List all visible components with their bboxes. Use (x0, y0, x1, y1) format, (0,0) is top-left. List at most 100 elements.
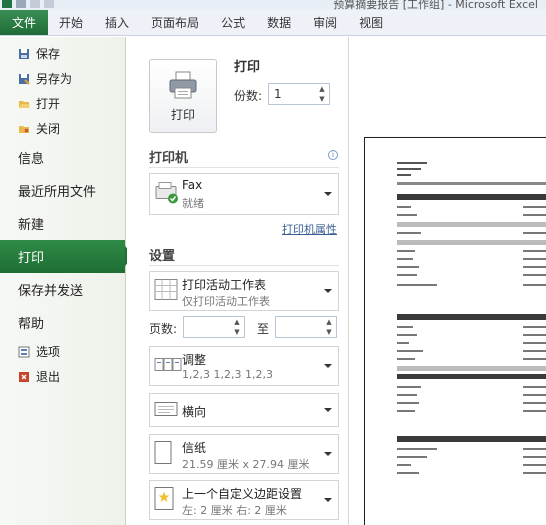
preview-row (397, 350, 546, 352)
margins-icon (154, 487, 174, 514)
close-folder-icon (18, 123, 30, 135)
excel-logo-icon (2, 0, 12, 8)
settings-heading: 设置 (149, 249, 176, 264)
nav-info[interactable]: 信息 (0, 141, 125, 174)
preview-text (397, 174, 411, 176)
preview-row (397, 232, 546, 234)
preview-row (397, 266, 546, 268)
options-icon (18, 346, 30, 358)
tab-formulas[interactable]: 公式 (210, 10, 256, 35)
tab-insert[interactable]: 插入 (94, 10, 140, 35)
nav-save-label: 保存 (36, 47, 61, 61)
chevron-down-icon (324, 192, 332, 196)
nav-save-as[interactable]: 另存为 (0, 66, 125, 91)
backstage-nav: 保存 另存为 打开 关闭 信息 最近所用文件 新建 打印 保存并发送 帮助 选项… (0, 37, 134, 525)
tab-review[interactable]: 审阅 (302, 10, 348, 35)
preview-row (397, 464, 546, 466)
divider (149, 265, 339, 266)
tab-view[interactable]: 视图 (348, 10, 394, 35)
save-icon (18, 48, 30, 60)
nav-close[interactable]: 关闭 (0, 116, 125, 141)
preview-row (397, 214, 546, 216)
ribbon-tabs: 文件 开始 插入 页面布局 公式 数据 审阅 视图 (0, 10, 546, 36)
print-button[interactable]: 打印 (149, 59, 217, 133)
preview-row (397, 402, 546, 404)
nav-options-label: 选项 (36, 345, 61, 359)
printer-name: Fax (182, 178, 203, 192)
orientation-value: 横向 (182, 405, 207, 419)
nav-print[interactable]: 打印 (0, 240, 134, 273)
nav-save-send[interactable]: 保存并发送 (0, 273, 125, 306)
pages-label: 页数: (149, 322, 178, 336)
paper-size-main: 信纸 (182, 441, 207, 455)
copies-input[interactable]: 1 ▲ ▼ (268, 83, 330, 105)
preview-row (397, 206, 546, 208)
title-bar: 预算摘要报告 [工作组] - Microsoft Excel (0, 0, 546, 10)
collate-sub: 1,2,3 1,2,3 1,2,3 (182, 368, 273, 381)
fax-icon (154, 181, 180, 208)
preview-row (397, 410, 546, 412)
preview-text (397, 168, 421, 170)
nav-recent[interactable]: 最近所用文件 (0, 174, 125, 207)
paper-size-dropdown[interactable]: 信纸 21.59 厘米 x 27.94 厘米 (149, 434, 339, 474)
margins-dropdown[interactable]: 上一个自定义边距设置 左: 2 厘米 右: 2 厘米 (149, 480, 339, 520)
print-heading: 打印 (234, 60, 261, 75)
preview-row (397, 448, 546, 450)
quick-access-toolbar (0, 0, 54, 10)
copies-spinner[interactable]: ▲ ▼ (317, 85, 327, 103)
tab-file[interactable]: 文件 (0, 10, 49, 35)
preview-row (397, 284, 546, 286)
redo-icon[interactable] (44, 0, 54, 8)
orientation-dropdown[interactable]: 横向 (149, 393, 339, 427)
exit-icon (18, 371, 30, 383)
preview-highlight-row (397, 222, 546, 227)
chevron-down-icon (324, 364, 332, 368)
nav-new[interactable]: 新建 (0, 207, 125, 240)
pages-to-spinner[interactable]: ▲ ▼ (324, 318, 334, 336)
info-icon[interactable]: i (328, 150, 338, 160)
margins-main: 上一个自定义边距设置 (182, 487, 303, 501)
nav-exit-label: 退出 (36, 370, 61, 384)
nav-help[interactable]: 帮助 (0, 306, 125, 339)
preview-highlight-row (397, 366, 546, 371)
pages-to-input[interactable]: ▲ ▼ (275, 316, 337, 338)
preview-page (364, 137, 546, 525)
chevron-down-icon (324, 408, 332, 412)
nav-options[interactable]: 选项 (0, 339, 125, 364)
print-scope-dropdown[interactable]: 打印活动工作表 仅打印活动工作表 (149, 271, 339, 311)
printer-icon (169, 71, 197, 98)
nav-open-label: 打开 (36, 97, 61, 111)
chevron-down-icon (324, 498, 332, 502)
collate-dropdown[interactable]: 调整 1,2,3 1,2,3 1,2,3 (149, 346, 339, 386)
nav-open[interactable]: 打开 (0, 91, 125, 116)
chevron-down-icon (324, 452, 332, 456)
tab-data[interactable]: 数据 (256, 10, 302, 35)
pages-from-input[interactable]: ▲ ▼ (183, 316, 245, 338)
preview-row (397, 334, 546, 336)
preview-intro-line (397, 182, 546, 185)
preview-row (397, 386, 546, 388)
save-as-icon (18, 73, 30, 85)
nav-save[interactable]: 保存 (0, 41, 125, 66)
undo-icon[interactable] (30, 0, 40, 8)
collate-main: 调整 (182, 353, 207, 367)
print-settings-panel: 打印 打印 份数: 1 ▲ ▼ 打印机 i Fax 就绪 打印机属性 设置 打印活… (127, 37, 349, 525)
nav-exit[interactable]: 退出 (0, 364, 125, 389)
preview-table-header (397, 194, 546, 200)
print-button-label: 打印 (170, 107, 195, 122)
landscape-icon (154, 400, 178, 421)
printer-dropdown[interactable]: Fax 就绪 (149, 173, 339, 215)
tab-page-layout[interactable]: 页面布局 (140, 10, 210, 35)
divider (149, 167, 339, 168)
save-icon[interactable] (16, 0, 26, 8)
preview-table-header (397, 374, 546, 379)
printer-properties-link[interactable]: 打印机属性 (282, 221, 337, 237)
preview-text (397, 162, 427, 164)
pages-from-spinner[interactable]: ▲ ▼ (232, 318, 242, 336)
preview-table-header (397, 314, 546, 320)
paper-size-sub: 21.59 厘米 x 27.94 厘米 (182, 458, 310, 471)
sheet-icon (154, 279, 178, 304)
tab-home[interactable]: 开始 (48, 10, 94, 35)
paper-icon (154, 441, 172, 468)
copies-label: 份数: (234, 89, 263, 103)
